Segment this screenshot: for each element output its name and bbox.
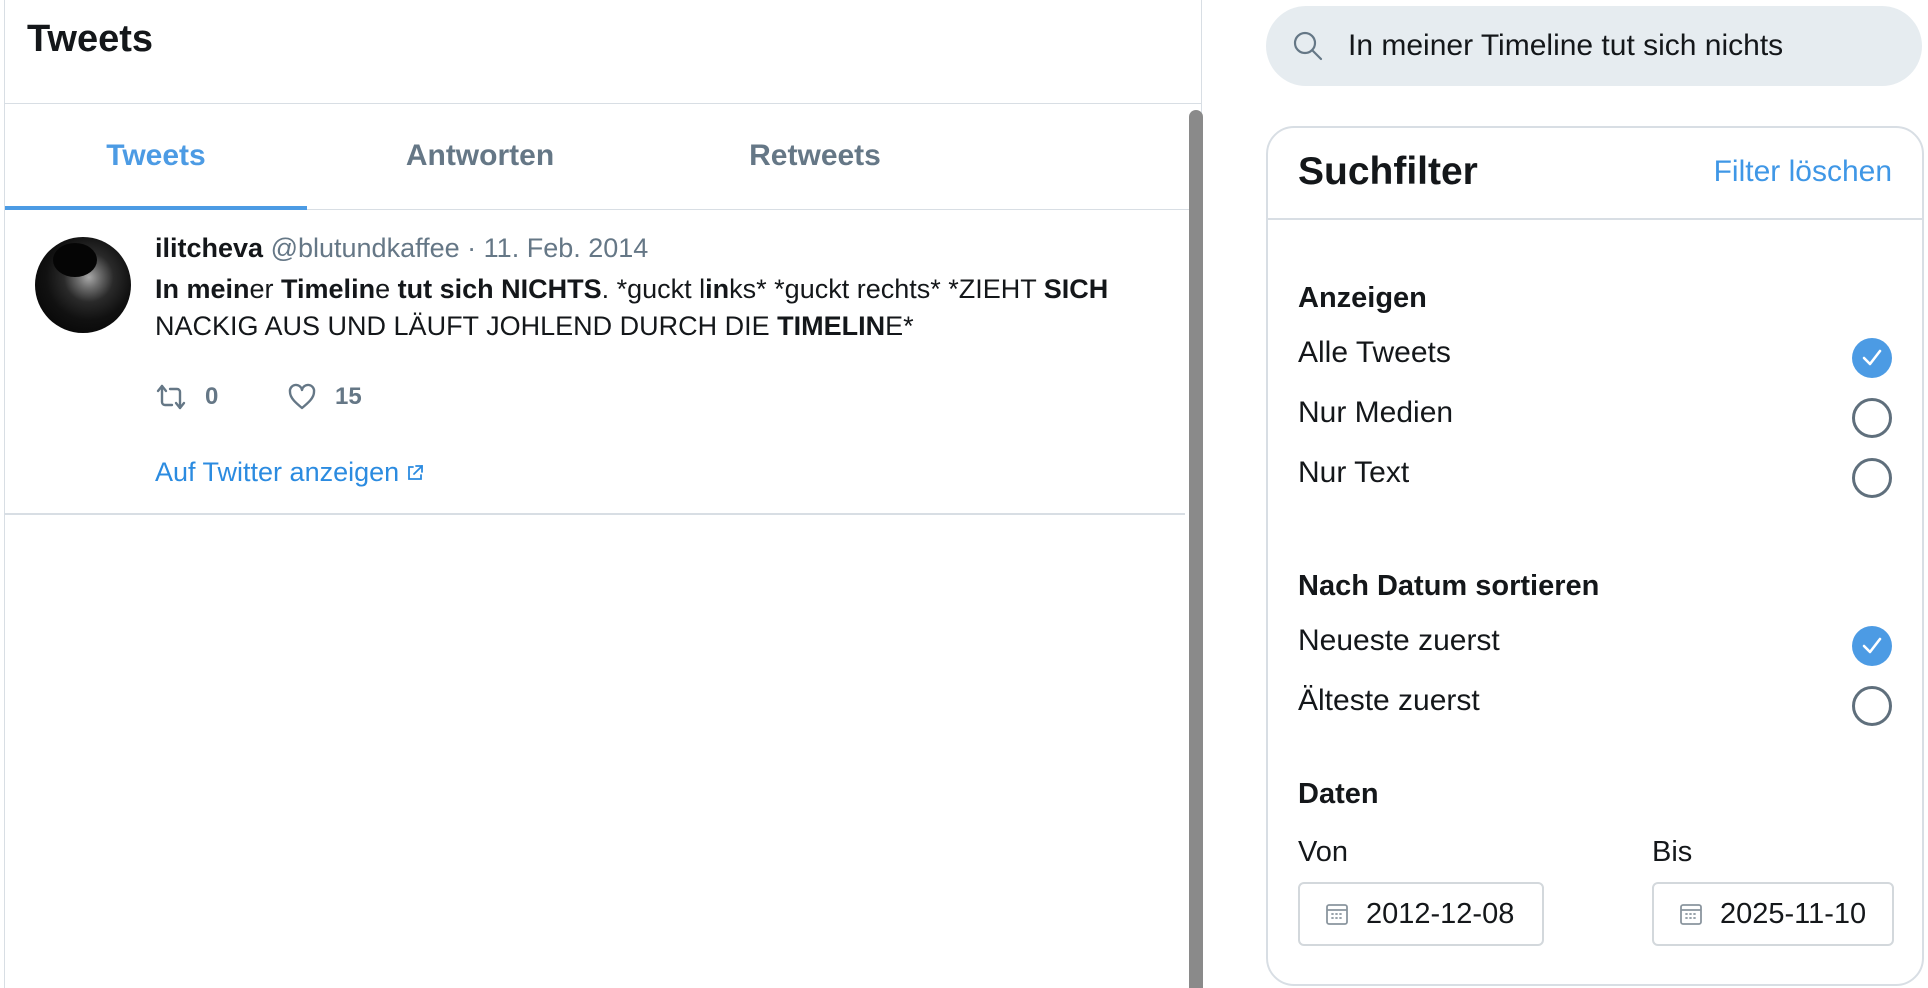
tweet-text-segment: E* — [885, 311, 914, 341]
tweet-text: In meiner Timeline tut sich NICHTS. *guc… — [155, 271, 1165, 345]
checkmark-icon — [1862, 637, 1882, 654]
clear-filters-link[interactable]: Filter löschen — [1714, 155, 1892, 189]
view-on-twitter-label: Auf Twitter anzeigen — [155, 457, 400, 487]
like-count: 15 — [335, 383, 362, 410]
tweet-separator: · — [467, 233, 477, 263]
tab-antworten[interactable]: Antworten — [335, 104, 625, 208]
search-icon — [1292, 30, 1324, 62]
dates-section-title: Daten — [1298, 778, 1379, 810]
date-from-value: 2012-12-08 — [1366, 897, 1515, 930]
tweet-text-segment: e — [375, 274, 398, 304]
tweet-text-highlight: Timelin — [281, 274, 376, 304]
tweet-author-handle[interactable]: @blutundkaffee — [271, 233, 460, 263]
feed-header: Tweets — [5, 0, 1201, 104]
checkmark-icon — [1862, 349, 1882, 366]
search-bar[interactable] — [1266, 6, 1922, 86]
retweet-icon — [156, 384, 186, 410]
show-section-title: Anzeigen — [1298, 282, 1427, 314]
tweet-text-highlight: In mein — [155, 274, 250, 304]
option-media-only-label: Nur Medien — [1298, 396, 1454, 429]
date-to-input[interactable]: 2025-11-10 — [1652, 882, 1894, 946]
option-text-only-radio[interactable] — [1852, 458, 1892, 498]
like-button[interactable]: 15 — [287, 379, 362, 415]
date-from-label: Von — [1298, 836, 1348, 868]
tab-tweets[interactable]: Tweets — [5, 104, 307, 210]
tweet-text-segment: NACKIG AUS UND LÄUFT JOHLEND DURCH DIE — [155, 311, 778, 341]
tweet-text-highlight: SICH — [1043, 274, 1109, 304]
date-to-value: 2025-11-10 — [1720, 897, 1867, 930]
tab-bar: Tweets Antworten Retweets — [5, 104, 1201, 210]
scrollbar[interactable] — [1189, 110, 1203, 988]
view-on-twitter-link[interactable]: Auf Twitter anzeigen — [155, 457, 425, 488]
page-title: Tweets — [27, 18, 154, 60]
calendar-icon — [1678, 901, 1704, 927]
option-newest-first-label: Neueste zuerst — [1298, 624, 1500, 657]
tweet-card[interactable]: ilitcheva @blutundkaffee · 11. Feb. 2014… — [5, 211, 1185, 515]
option-oldest-first-radio[interactable] — [1852, 686, 1892, 726]
tweet-header: ilitcheva @blutundkaffee · 11. Feb. 2014 — [155, 233, 648, 264]
retweet-count: 0 — [205, 383, 219, 410]
calendar-icon — [1324, 901, 1350, 927]
option-oldest-first-label: Älteste zuerst — [1298, 684, 1480, 717]
tweet-text-segment: . *guckt l — [601, 274, 706, 304]
tweet-feed: Tweets Tweets Antworten Retweets ilitche… — [4, 0, 1203, 988]
filters-title: Suchfilter — [1298, 150, 1478, 193]
avatar[interactable] — [35, 237, 131, 333]
tweet-author-name[interactable]: ilitcheva — [155, 233, 263, 263]
sort-section-title: Nach Datum sortieren — [1298, 570, 1600, 602]
date-to-label: Bis — [1652, 836, 1693, 868]
tweet-text-highlight: tut sich NICHTS — [397, 274, 602, 304]
external-link-icon — [408, 464, 424, 480]
tweet-text-highlight: TIMELIN — [777, 311, 886, 341]
option-all-tweets-label: Alle Tweets — [1298, 336, 1451, 369]
search-input[interactable] — [1348, 29, 1888, 63]
tweet-text-segment: ks* *guckt rechts* *ZIEHT — [729, 274, 1044, 304]
filters-header: Suchfilter Filter löschen — [1268, 128, 1922, 220]
tweet-date[interactable]: 11. Feb. 2014 — [484, 233, 649, 263]
option-text-only-label: Nur Text — [1298, 456, 1410, 489]
option-newest-first-radio[interactable] — [1852, 626, 1892, 666]
tweet-text-highlight: in — [705, 274, 730, 304]
option-all-tweets-radio[interactable] — [1852, 338, 1892, 378]
option-media-only-radio[interactable] — [1852, 398, 1892, 438]
tab-retweets[interactable]: Retweets — [665, 104, 965, 208]
retweet-button[interactable]: 0 — [155, 379, 218, 415]
heart-icon — [288, 383, 316, 410]
date-from-input[interactable]: 2012-12-08 — [1298, 882, 1544, 946]
search-filters-panel: Suchfilter Filter löschen Anzeigen Alle … — [1266, 126, 1924, 986]
tweet-text-segment: er — [249, 274, 282, 304]
